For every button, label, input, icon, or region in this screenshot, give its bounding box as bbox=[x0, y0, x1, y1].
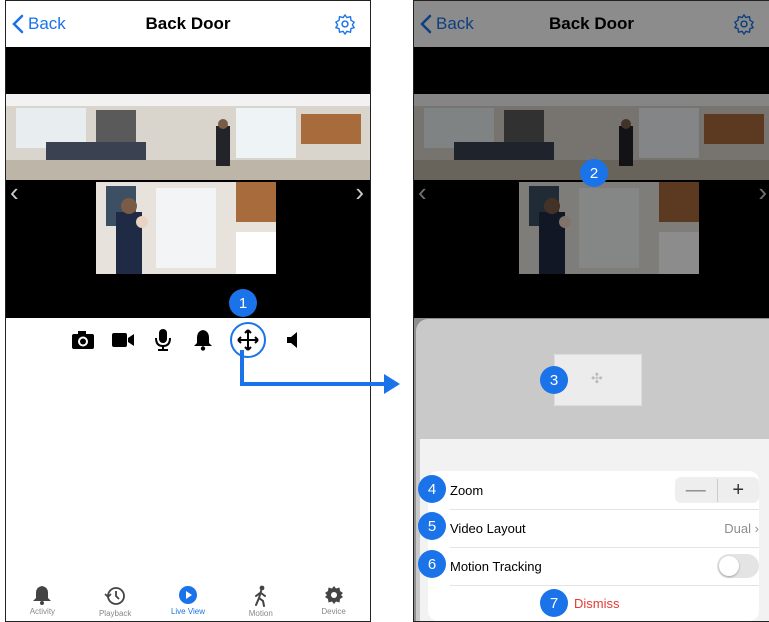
connector-arrow bbox=[240, 350, 400, 394]
